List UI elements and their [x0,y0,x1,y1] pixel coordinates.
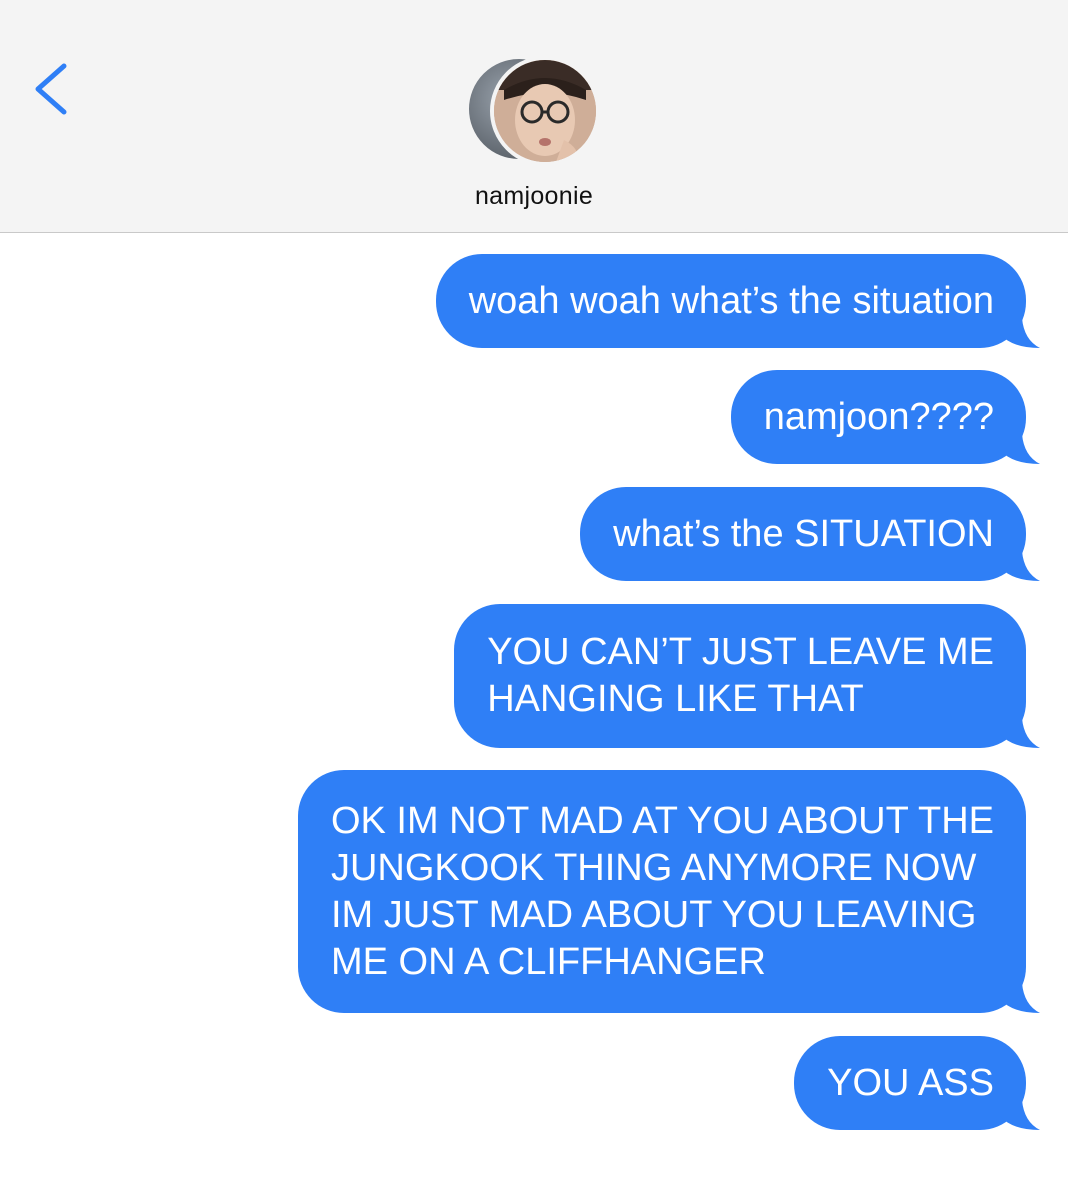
bubble-tail [1000,551,1040,581]
bubble-tail [1000,983,1040,1013]
message-text: YOU CAN’T JUST LEAVE ME HANGING LIKE THA… [487,631,994,720]
bubble-tail [1000,718,1040,748]
message-text: OK IM NOT MAD AT YOU ABOUT THE JUNGKOOK … [330,799,994,983]
message-text: woah woah what’s the situation [468,279,994,322]
avatar-photo [494,60,596,162]
bubble-tail [1000,434,1040,464]
back-button[interactable] [22,54,78,124]
message-text: what’s the SITUATION [613,512,994,555]
message-text: namjoon???? [763,395,994,438]
sent-message-bubble[interactable]: YOU ASS [794,1036,1040,1130]
contact-avatar[interactable] [466,56,602,166]
sent-message-bubble[interactable]: woah woah what’s the situation [435,254,1040,348]
sent-message-bubble[interactable]: YOU CAN’T JUST LEAVE ME HANGING LIKE THA… [454,604,1040,748]
sent-message-bubble[interactable]: namjoon???? [730,370,1040,464]
contact-name[interactable]: namjoonie [0,182,1068,211]
bubble-tail [1000,318,1040,348]
sent-message-bubble[interactable]: OK IM NOT MAD AT YOU ABOUT THE JUNGKOOK … [297,770,1040,1013]
sent-message-bubble[interactable]: what’s the SITUATION [580,487,1040,581]
bubble-tail [1000,1100,1040,1130]
message-text: YOU ASS [827,1061,994,1104]
conversation-header: namjoonie [0,0,1068,233]
chevron-left-icon [35,63,67,115]
avatar-primary [490,56,600,166]
